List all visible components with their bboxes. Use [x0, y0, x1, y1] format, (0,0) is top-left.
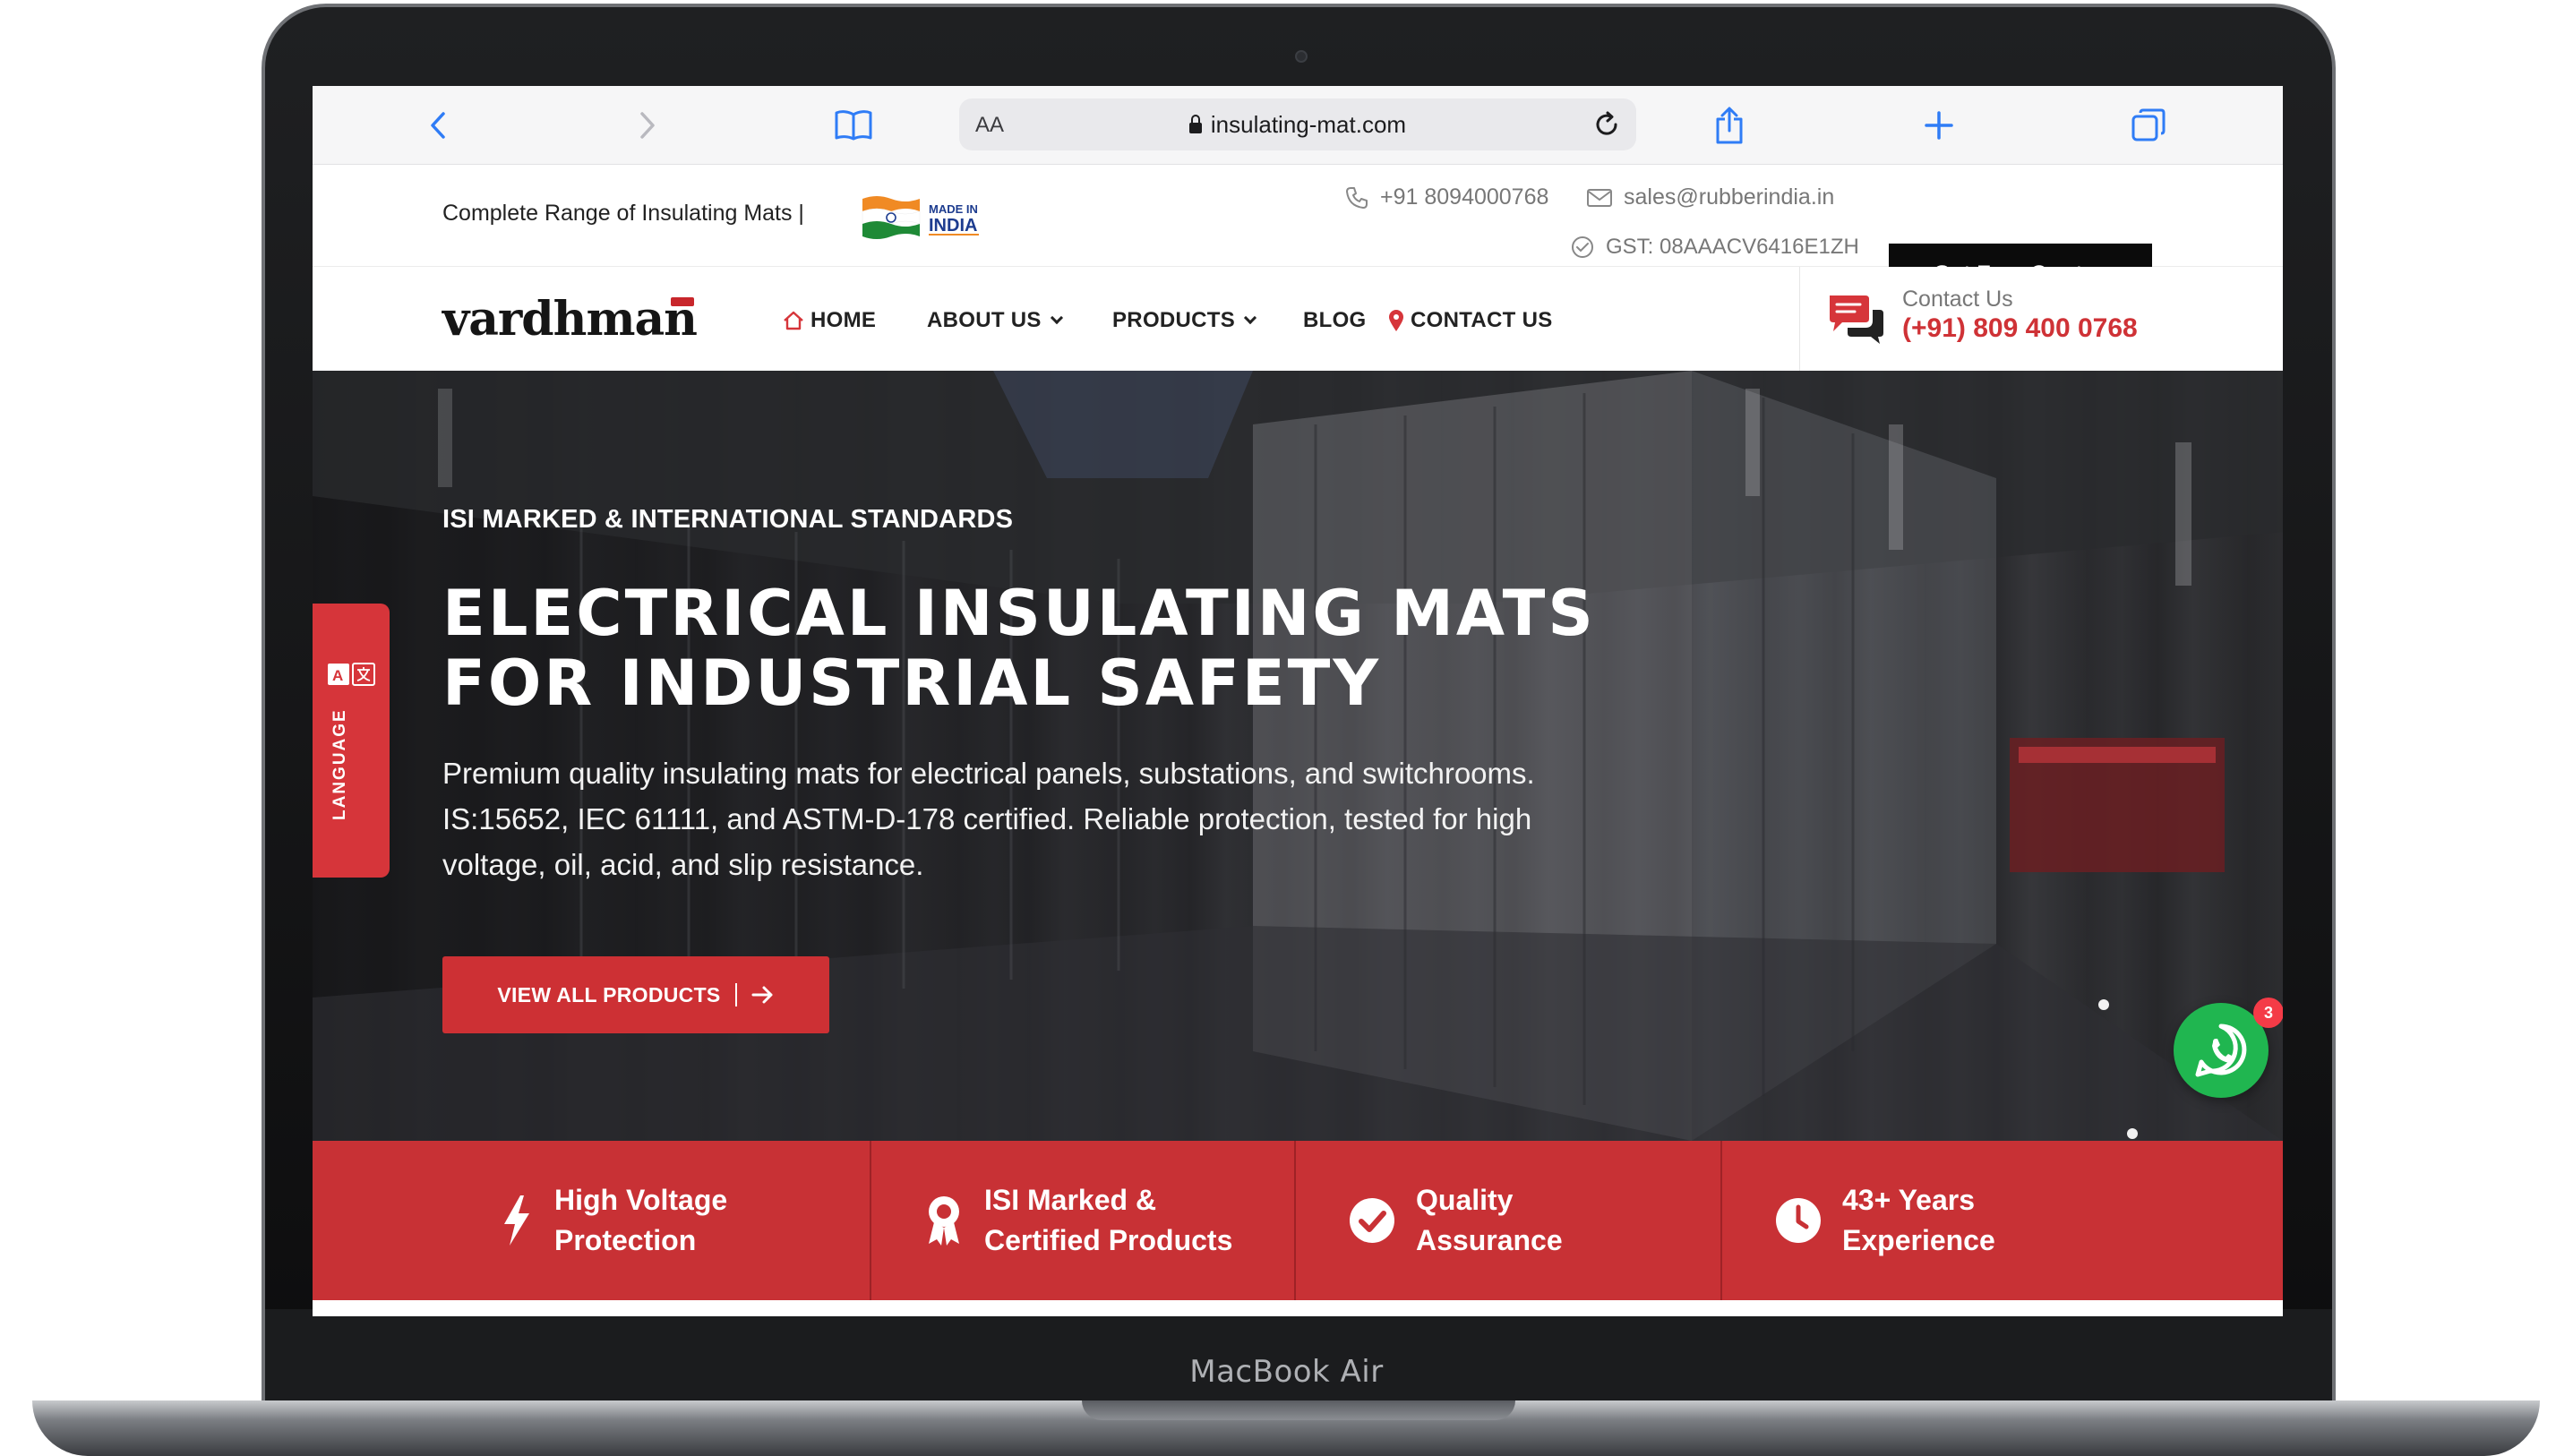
feature-high-voltage: High Voltage Protection	[313, 1141, 871, 1300]
gst-text: GST: 08AAACV6416E1ZH	[1606, 235, 1859, 259]
nav-about[interactable]: ABOUT US	[927, 308, 1063, 333]
map-pin-icon	[1389, 310, 1403, 331]
feature-experience: 43+ Years Experience	[1722, 1141, 2283, 1300]
laptop-notch	[1082, 1400, 1515, 1420]
chevron-down-icon	[1050, 311, 1063, 325]
hero-description: Premium quality insulating mats for elec…	[442, 757, 1535, 881]
feature-line1: ISI Marked &	[984, 1184, 1157, 1216]
page-bottom-strip	[313, 1300, 2283, 1316]
arrow-right-icon	[751, 986, 773, 1004]
nav-contact[interactable]: CONTACT US	[1387, 308, 1553, 333]
features-strip: High Voltage Protection ISI Marked & Cer…	[313, 1141, 2283, 1300]
hero-banner: ISI MARKED & INTERNATIONAL STANDARDS ELE…	[313, 371, 2283, 1141]
brand-logo[interactable]: vardhman	[442, 292, 698, 347]
forward-icon[interactable]	[626, 104, 669, 147]
language-label: LANGUAGE	[330, 708, 349, 820]
badge-line2: INDIA	[929, 216, 977, 236]
reload-icon[interactable]	[1591, 109, 1622, 140]
share-icon[interactable]	[1708, 104, 1751, 147]
back-icon[interactable]	[416, 104, 459, 147]
logo-accent-mark	[671, 297, 694, 306]
gst-info: GST: 08AAACV6416E1ZH	[1570, 235, 1859, 260]
browser-toolbar: AA insulating-mat.com	[313, 86, 2283, 165]
feature-line1: 43+ Years	[1842, 1184, 1976, 1216]
award-ribbon-icon	[929, 1196, 959, 1246]
phone-icon	[1346, 186, 1368, 209]
feature-line2: Protection	[554, 1224, 697, 1256]
bookmarks-icon[interactable]	[832, 104, 875, 147]
new-tab-icon[interactable]	[1917, 104, 1960, 147]
feature-isi-marked: ISI Marked & Certified Products	[871, 1141, 1296, 1300]
slider-dot[interactable]	[2127, 1128, 2138, 1139]
nav-blog[interactable]: BLOG	[1303, 308, 1367, 333]
nav-contact-label: CONTACT US	[1411, 308, 1553, 332]
tabs-overview-icon[interactable]	[2127, 104, 2170, 147]
lock-icon	[1188, 115, 1202, 133]
badge-line1: MADE IN	[929, 202, 978, 216]
tagline: Complete Range of Insulating Mats |	[442, 201, 804, 226]
feature-line2: Certified Products	[984, 1224, 1233, 1256]
address-bar[interactable]: AA insulating-mat.com	[959, 98, 1636, 150]
check-circle-icon	[1350, 1198, 1394, 1243]
slider-dot[interactable]	[2098, 999, 2109, 1010]
check-badge-icon	[1572, 236, 1593, 258]
top-info-bar: Complete Range of Insulating Mats | MADE…	[313, 165, 2283, 304]
main-nav: vardhman HOME ABOUT US PRODUCTS BLOG CON…	[313, 267, 2283, 371]
cta-label: VIEW ALL PRODUCTS	[497, 982, 721, 1006]
made-in-india-badge: MADE IN INDIA	[862, 196, 979, 239]
screen: AA insulating-mat.com Complete Range of …	[313, 86, 2283, 1316]
hero-title: ELECTRICAL INSULATING MATS FOR INDUSTRIA…	[442, 578, 1696, 718]
feature-line2: Experience	[1842, 1224, 1995, 1256]
language-selector-tab[interactable]: A LANGUAGE	[313, 604, 390, 878]
url-text: insulating-mat.com	[1210, 111, 1407, 138]
top-email-link[interactable]: sales@rubberindia.in	[1586, 184, 1834, 210]
hero-eyebrow: ISI MARKED & INTERNATIONAL STANDARDS	[442, 505, 1014, 534]
home-icon	[784, 311, 803, 330]
nav-home-label: HOME	[810, 308, 877, 332]
nav-contact-caption: Contact Us	[1902, 287, 2013, 312]
feature-line1: High Voltage	[554, 1184, 728, 1216]
chevron-down-icon	[1244, 311, 1257, 325]
device-label: MacBook Air	[1189, 1354, 1384, 1390]
hero-title-line2: FOR INDUSTRIAL SAFETY	[442, 647, 1382, 720]
clock-icon	[1776, 1198, 1821, 1243]
feature-line1: Quality	[1416, 1184, 1514, 1216]
nav-products-label: PRODUCTS	[1112, 308, 1236, 332]
top-phone-link[interactable]: +91 8094000768	[1344, 184, 1548, 210]
lightning-icon	[504, 1195, 529, 1246]
top-email-text: sales@rubberindia.in	[1624, 184, 1835, 210]
view-all-products-button[interactable]: VIEW ALL PRODUCTS	[442, 956, 829, 1033]
chat-support-icon	[1830, 295, 1883, 344]
svg-text:A: A	[332, 667, 343, 684]
nav-about-label: ABOUT US	[927, 308, 1042, 332]
cta-separator	[734, 983, 737, 1006]
top-phone-text: +91 8094000768	[1380, 184, 1549, 210]
nav-home[interactable]: HOME	[782, 308, 876, 333]
nav-contact-phone[interactable]: (+91) 809 400 0768	[1902, 313, 2138, 344]
nav-products[interactable]: PRODUCTS	[1112, 308, 1257, 333]
feature-quality: Quality Assurance	[1296, 1141, 1722, 1300]
camera-dot	[1295, 50, 1308, 63]
feature-line2: Assurance	[1416, 1224, 1563, 1256]
translate-icon: A	[328, 663, 375, 686]
whatsapp-notification-badge: 3	[2253, 998, 2283, 1028]
nav-blog-label: BLOG	[1303, 308, 1367, 332]
device-mockup: MacBook Air AA insulating-mat.com Comple…	[0, 0, 2573, 1456]
hero-title-line1: ELECTRICAL INSULATING MATS	[442, 577, 1596, 650]
mail-icon	[1587, 188, 1612, 207]
nav-divider	[1799, 267, 1800, 371]
